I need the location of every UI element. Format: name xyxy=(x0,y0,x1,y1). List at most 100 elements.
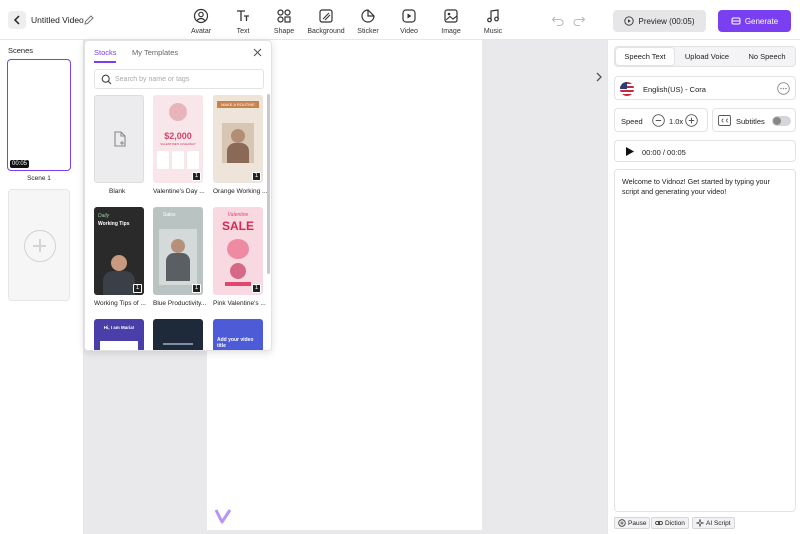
tab-no-speech[interactable]: No Speech xyxy=(739,48,795,65)
back-button[interactable] xyxy=(8,11,26,29)
template-preview-heart xyxy=(227,239,249,259)
project-title[interactable]: Untitled Video xyxy=(31,15,84,25)
template-preview-block xyxy=(172,151,184,169)
sticker-icon xyxy=(361,9,375,23)
template-preview-panel xyxy=(100,341,138,350)
speed-value: 1.0x xyxy=(669,117,684,126)
generate-button[interactable]: Generate xyxy=(718,10,791,32)
pause-icon xyxy=(618,519,626,527)
subtitles-toggle[interactable] xyxy=(772,116,791,126)
script-textarea[interactable]: Welcome to Vidnoz! Get started by typing… xyxy=(614,169,796,512)
audio-player: 00:00 / 00:05 xyxy=(614,140,796,162)
template-scrollbar[interactable] xyxy=(267,94,270,274)
text-tool-button[interactable]: Text xyxy=(225,8,261,35)
template-preview-caption: VALENTINE'S GIVEAWAY xyxy=(160,142,196,146)
template-label: Working Tips of ... xyxy=(94,300,146,307)
shape-icon xyxy=(277,9,291,23)
diction-chip[interactable]: Diction xyxy=(651,517,689,529)
template-search-input[interactable] xyxy=(115,73,255,85)
template-preview-avatar xyxy=(169,103,187,121)
template-panel: Stocks My Templates Blank $2,000 VALENTI… xyxy=(84,40,272,351)
template-badge: 1 xyxy=(252,284,261,293)
template-preview-block xyxy=(157,151,169,169)
speed-control: Speed 1.0x xyxy=(614,108,708,132)
template-card-working-tips[interactable]: Daily Working Tips 1 xyxy=(94,207,144,295)
template-preview-person xyxy=(231,129,245,143)
template-card-valentines-day[interactable]: $2,000 VALENTINE'S GIVEAWAY 1 xyxy=(153,95,203,183)
template-badge: 1 xyxy=(252,172,261,181)
preview-label: Preview (00:05) xyxy=(638,16,695,26)
more-options-icon[interactable] xyxy=(777,82,790,95)
minus-circle-icon[interactable] xyxy=(652,114,665,127)
sparkle-icon xyxy=(696,519,704,527)
template-card-orange-working[interactable]: MAKE A ROUTINE 1 xyxy=(213,95,263,183)
template-preview-heading: Sales xyxy=(163,212,176,218)
avatar-icon xyxy=(193,8,209,24)
tab-speech-text[interactable]: Speech Text xyxy=(616,48,674,65)
speech-tabs: Speech Text Upload Voice No Speech xyxy=(614,46,796,67)
template-preview-subheading: SALE xyxy=(221,219,254,233)
add-scene-button[interactable] xyxy=(8,189,70,301)
script-text: Welcome to Vidnoz! Get started by typing… xyxy=(622,177,770,196)
template-preview-heading: Daily xyxy=(98,213,110,219)
search-icon xyxy=(101,74,112,85)
video-tool-button[interactable]: Video xyxy=(391,8,427,35)
template-card-hi-maria[interactable]: Hi, I am Maria! xyxy=(94,319,144,350)
ai-script-chip[interactable]: AI Script xyxy=(692,517,735,529)
shape-tool-button[interactable]: Shape xyxy=(266,8,302,35)
template-preview-bar xyxy=(163,343,193,345)
voice-selector[interactable]: English(US) - Cora xyxy=(614,76,796,100)
tab-stocks[interactable]: Stocks xyxy=(94,48,117,57)
template-preview-price: $2,000 xyxy=(164,131,192,141)
plus-icon xyxy=(24,230,56,262)
edit-pencil-icon[interactable] xyxy=(83,14,95,26)
tool-label: Sticker xyxy=(357,28,379,35)
pause-chip[interactable]: Pause xyxy=(614,517,651,529)
play-circle-icon xyxy=(624,16,635,26)
background-tool-button[interactable]: Background xyxy=(307,8,345,35)
subtitles-control: Subtitles xyxy=(712,108,796,132)
template-search xyxy=(94,69,264,89)
sticker-tool-button[interactable]: Sticker xyxy=(350,8,386,35)
avatar-tool-button[interactable]: Avatar xyxy=(183,8,219,35)
undo-icon[interactable] xyxy=(551,13,565,27)
scene-thumbnail[interactable]: 00:05 xyxy=(7,59,71,171)
template-preview-person-body xyxy=(227,143,249,163)
top-toolbar: Untitled Video Avatar Text Shape Backgro… xyxy=(0,0,800,40)
template-preview-block xyxy=(187,151,199,169)
redo-icon[interactable] xyxy=(572,13,586,27)
video-icon xyxy=(402,9,416,23)
template-preview-heading: Hi, I am Maria! xyxy=(103,325,135,330)
chevron-left-icon xyxy=(13,15,20,25)
subtitles-label: Subtitles xyxy=(736,117,765,126)
template-card-add-title[interactable]: Add your video title xyxy=(213,319,263,350)
plus-circle-icon[interactable] xyxy=(685,114,698,127)
template-label: Blue Productivity... xyxy=(153,300,207,307)
tab-upload-voice[interactable]: Upload Voice xyxy=(677,48,737,65)
active-tab-indicator xyxy=(94,61,116,63)
add-file-icon xyxy=(114,131,126,147)
preview-button[interactable]: Preview (00:05) xyxy=(613,10,706,32)
image-tool-button[interactable]: Image xyxy=(433,8,469,35)
tool-label: Avatar xyxy=(190,28,212,35)
music-tool-button[interactable]: Music xyxy=(475,8,511,35)
play-icon[interactable] xyxy=(624,146,635,157)
scene-duration: 00:05 xyxy=(10,160,30,168)
tab-my-templates[interactable]: My Templates xyxy=(132,48,178,57)
template-label: Pink Valentine's ... xyxy=(213,300,266,307)
template-card-blank[interactable] xyxy=(94,95,144,183)
tool-label: Video xyxy=(400,28,418,35)
closed-captions-icon xyxy=(718,115,731,126)
template-card-blue-productivity[interactable]: Sales 1 xyxy=(153,207,203,295)
close-icon[interactable] xyxy=(253,48,262,57)
voice-name: English(US) - Cora xyxy=(643,85,706,94)
chevron-right-icon[interactable] xyxy=(593,70,605,84)
scenes-heading: Scenes xyxy=(8,46,34,55)
link-icon xyxy=(655,521,663,526)
speed-label: Speed xyxy=(621,117,643,126)
template-preview-heading: MAKE A ROUTINE xyxy=(217,101,259,108)
text-icon xyxy=(237,10,249,21)
template-card-pink-valentines[interactable]: Valentine SALE 1 xyxy=(213,207,263,295)
template-card-dark[interactable] xyxy=(153,319,203,350)
image-icon xyxy=(444,9,458,23)
